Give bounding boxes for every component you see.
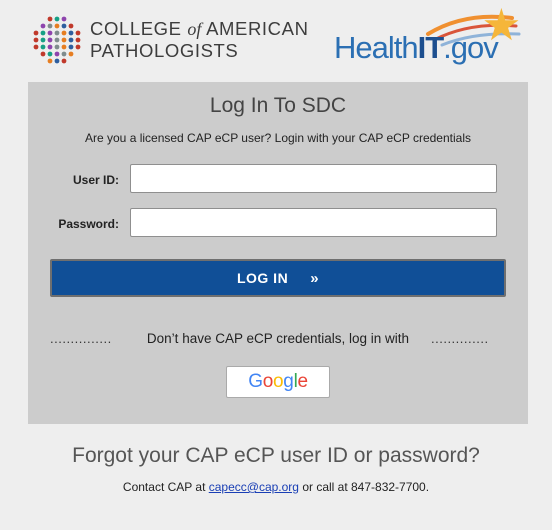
cap-logo-text: COLLEGE of AMERICAN PATHOLOGISTS: [90, 18, 309, 61]
contact-info: Contact CAP at capecc@cap.org or call at…: [122, 480, 430, 494]
login-title: Log In To SDC: [209, 94, 347, 117]
user-id-label: User ID:: [72, 173, 119, 187]
healthit-logo: HealthIT.gov: [334, 4, 529, 68]
login-panel: Log In To SDC Are you a licensed CAP eCP…: [28, 82, 528, 424]
contact-email-link[interactable]: capecc@cap.org: [209, 480, 299, 494]
header: COLLEGE of AMERICAN PATHOLOGISTS HealthI…: [0, 0, 552, 80]
login-button[interactable]: LOG IN »: [50, 259, 506, 297]
user-id-input[interactable]: [130, 164, 497, 193]
cap-dots-icon: [33, 16, 81, 64]
divider-dots-right: ..............: [431, 331, 489, 346]
google-login-button[interactable]: Google: [226, 366, 330, 398]
forgot-credentials-heading: Forgot your CAP eCP user ID or password?: [72, 444, 480, 467]
password-input[interactable]: [130, 208, 497, 237]
cap-logo: COLLEGE of AMERICAN PATHOLOGISTS: [33, 16, 308, 64]
login-button-label: LOG IN: [236, 270, 289, 286]
double-chevron-right-icon: »: [310, 269, 320, 287]
healthit-logo-text: HealthIT.gov: [334, 30, 499, 65]
login-subtitle: Are you a licensed CAP eCP user? Login w…: [85, 131, 471, 145]
password-label: Password:: [58, 217, 119, 231]
